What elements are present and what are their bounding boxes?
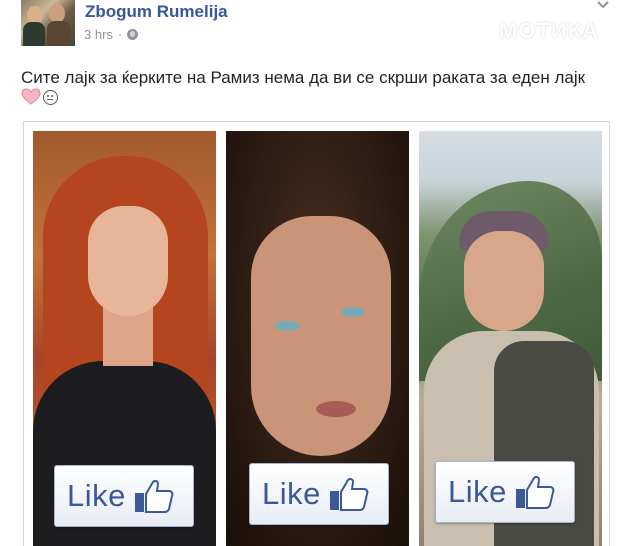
like-badge-label: Like: [67, 478, 126, 513]
thumbs-up-icon: [329, 477, 369, 511]
globe-icon[interactable]: [127, 29, 139, 40]
like-badge-center: Like: [249, 463, 389, 525]
page-avatar[interactable]: [21, 0, 75, 46]
heart-icon: [21, 88, 41, 106]
timestamp-link[interactable]: 3 hrs: [84, 27, 113, 42]
like-badge-label: Like: [448, 474, 507, 509]
post-text: Сите лајк за ќерките на Рамиз нема да ви…: [21, 68, 586, 87]
chevron-down-icon[interactable]: [596, 0, 610, 10]
watermark-text: МОТИКА: [499, 18, 600, 43]
like-badge-left: Like: [54, 465, 194, 527]
post-meta: 3 hrs ·: [84, 27, 139, 42]
like-badge-label: Like: [262, 476, 321, 511]
meta-separator: ·: [117, 27, 123, 42]
thumbs-up-icon: [134, 479, 174, 513]
facebook-post: Zbogum Rumelija 3 hrs · МОТИКА Сите лајк…: [0, 0, 628, 546]
like-badge-right: Like: [435, 461, 575, 523]
emoji-row: [21, 88, 58, 106]
neutral-face-icon: [43, 89, 58, 105]
thumbs-up-icon: [515, 475, 555, 509]
page-name-link[interactable]: Zbogum Rumelija: [85, 2, 228, 22]
